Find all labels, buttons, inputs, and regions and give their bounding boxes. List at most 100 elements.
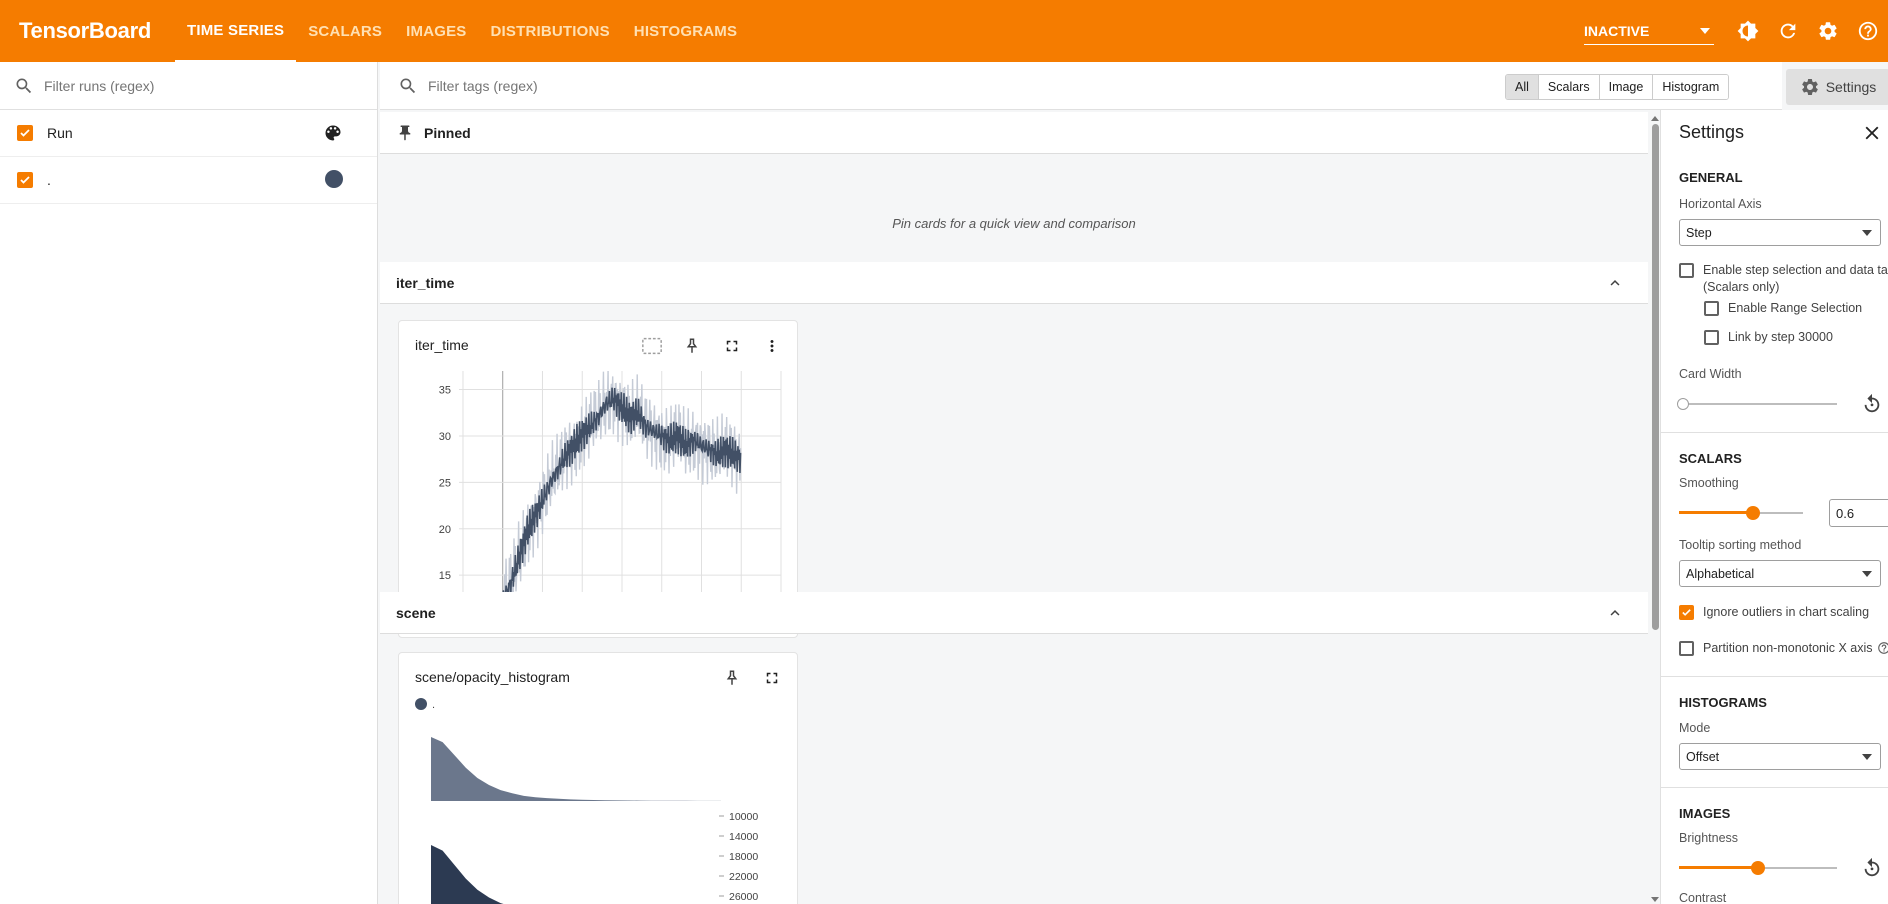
brightness-label: Brightness: [1679, 831, 1739, 845]
smoothing-input[interactable]: 0.6: [1829, 499, 1888, 527]
type-image-button[interactable]: Image: [1599, 75, 1654, 99]
brand-logo[interactable]: TensorBoard: [19, 18, 165, 44]
scroll-up-arrow[interactable]: [1650, 114, 1660, 122]
run-name: .: [47, 172, 51, 188]
smoothing-knob[interactable]: [1746, 506, 1761, 520]
step-selection-label: Enable step selection and data table: [1703, 263, 1888, 277]
runs-filter[interactable]: Filter runs (regex): [0, 62, 377, 110]
search-icon: [400, 78, 416, 93]
reset-icon[interactable]: [1861, 857, 1883, 879]
tab-scalars[interactable]: SCALARS: [296, 0, 394, 62]
y-tick-label: 26000: [729, 891, 758, 903]
range-selection-option[interactable]: Enable Range Selection: [1704, 301, 1862, 316]
group-header-iter-time[interactable]: iter_time: [380, 262, 1648, 304]
card-width-knob[interactable]: [1677, 398, 1689, 410]
chevron-up-icon[interactable]: [1606, 274, 1624, 292]
runs-header-row: Run: [0, 110, 377, 157]
y-tick-label: 30: [439, 431, 451, 443]
partition-checkbox[interactable]: [1679, 641, 1694, 656]
histogram-mode-select[interactable]: Offset: [1679, 743, 1881, 770]
brightness-fill: [1679, 866, 1758, 869]
tab-images[interactable]: IMAGES: [394, 0, 478, 62]
step-selection-option[interactable]: Enable step selection and data table (Sc…: [1679, 263, 1888, 294]
reload-status-label: INACTIVE: [1584, 22, 1650, 39]
type-histogram-button[interactable]: Histogram: [1653, 75, 1729, 99]
tooltip-sort-select[interactable]: Alphabetical: [1679, 560, 1881, 587]
scrollbar-thumb[interactable]: [1652, 124, 1659, 630]
help-icon[interactable]: [1848, 11, 1888, 51]
scroll-down-arrow[interactable]: [1650, 896, 1660, 904]
y-tick-label: 35: [439, 385, 451, 397]
close-icon[interactable]: [1861, 122, 1883, 144]
histogram-mode-value: Offset: [1686, 749, 1720, 764]
palette-icon[interactable]: [323, 123, 343, 148]
runs-sidebar: Filter runs (regex) Run .: [0, 62, 378, 904]
reset-icon[interactable]: [1861, 393, 1883, 415]
histograms-section-title: HISTOGRAMS: [1679, 695, 1767, 710]
settings-toggle-button[interactable]: Settings: [1786, 69, 1888, 105]
y-tick-label: 22000: [729, 871, 758, 883]
run-checkbox[interactable]: [17, 172, 33, 188]
opacity-histogram-chart[interactable]: . 10000 14000 18000 22000 26000: [399, 653, 799, 904]
ignore-outliers-option[interactable]: Ignore outliers in chart scaling: [1679, 605, 1869, 620]
legend-swatch: [415, 698, 427, 710]
y-tick-label: 18000: [729, 851, 758, 863]
tooltip-sort-label: Tooltip sorting method: [1679, 538, 1802, 552]
reload-status-select[interactable]: INACTIVE: [1584, 17, 1714, 45]
brightness-slider[interactable]: [1679, 860, 1837, 876]
group-title: scene: [396, 604, 436, 621]
select-all-runs-checkbox[interactable]: [17, 125, 33, 141]
refresh-icon[interactable]: [1768, 11, 1808, 51]
legend-label: .: [432, 699, 435, 711]
pin-icon: [399, 125, 411, 140]
card-width-slider[interactable]: [1677, 396, 1837, 412]
partition-label: Partition non-monotonic X axis: [1703, 641, 1873, 655]
ignore-outliers-label: Ignore outliers in chart scaling: [1703, 605, 1870, 619]
range-selection-label: Enable Range Selection: [1728, 301, 1863, 315]
tag-filter-bar: Filter tags (regex) All Scalars Image Hi…: [380, 62, 1888, 110]
plugin-tabs: TIME SERIES SCALARS IMAGES DISTRIBUTIONS…: [175, 0, 749, 62]
tab-distributions[interactable]: DISTRIBUTIONS: [479, 0, 622, 62]
tab-time-series[interactable]: TIME SERIES: [175, 0, 297, 62]
brightness-knob[interactable]: [1751, 861, 1765, 875]
smoothing-slider[interactable]: [1679, 505, 1803, 521]
run-row[interactable]: .: [0, 157, 377, 204]
tab-histograms[interactable]: HISTOGRAMS: [622, 0, 749, 62]
type-scalars-button[interactable]: Scalars: [1538, 75, 1600, 99]
chevron-down-icon: [1700, 27, 1710, 34]
divider: [1661, 432, 1888, 433]
top-app-bar: TensorBoard TIME SERIES SCALARS IMAGES D…: [0, 0, 1888, 62]
divider: [1661, 787, 1888, 788]
tooltip-sort-value: Alphabetical: [1686, 566, 1755, 581]
smoothing-label: Smoothing: [1679, 476, 1739, 490]
range-selection-checkbox[interactable]: [1704, 301, 1719, 316]
ignore-outliers-checkbox[interactable]: [1679, 605, 1694, 620]
tag-filter-input[interactable]: Filter tags (regex): [428, 78, 538, 94]
histogram-area-layer: [431, 737, 721, 801]
pinned-group-header: Pinned: [380, 112, 1648, 154]
theme-icon[interactable]: [1728, 11, 1768, 51]
step-selection-checkbox[interactable]: [1679, 263, 1694, 278]
settings-button-label: Settings: [1825, 79, 1877, 95]
type-all-button[interactable]: All: [1506, 75, 1539, 99]
scalars-section-title: SCALARS: [1679, 451, 1742, 466]
gear-icon: [1801, 79, 1818, 95]
checkmark-icon: [20, 176, 30, 184]
main-content: Filter tags (regex) All Scalars Image Hi…: [380, 62, 1888, 904]
chevron-up-icon[interactable]: [1606, 604, 1624, 622]
card-width-label: Card Width: [1679, 367, 1742, 381]
link-by-step-checkbox[interactable]: [1704, 330, 1719, 345]
main-scrollbar[interactable]: [1650, 110, 1660, 904]
y-tick-label: 10000: [729, 811, 758, 823]
link-by-step-label: Link by step 30000: [1728, 330, 1833, 344]
link-by-step-option[interactable]: Link by step 30000: [1704, 330, 1833, 345]
top-actions: INACTIVE: [1584, 0, 1888, 62]
settings-gear-icon[interactable]: [1808, 11, 1848, 51]
group-title: iter_time: [396, 274, 455, 291]
horizontal-axis-select[interactable]: Step: [1679, 219, 1881, 246]
settings-title: Settings: [1679, 122, 1745, 142]
help-outline-icon[interactable]: [1877, 641, 1888, 655]
run-color-swatch[interactable]: [325, 170, 343, 188]
partition-option[interactable]: Partition non-monotonic X axis: [1679, 641, 1888, 656]
group-header-scene[interactable]: scene: [380, 592, 1648, 634]
